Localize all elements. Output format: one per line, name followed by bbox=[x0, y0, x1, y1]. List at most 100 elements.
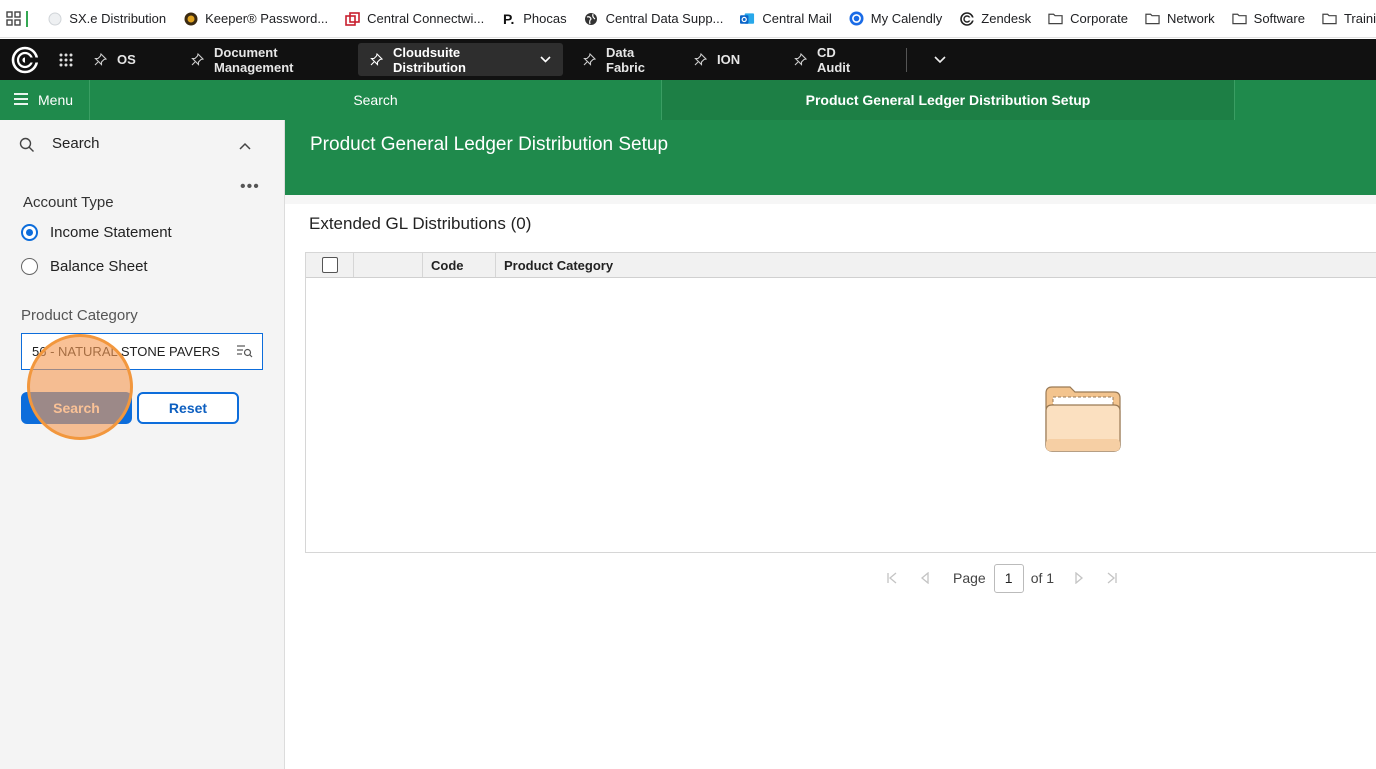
nav-tab-label: Cloudsuite Distribution bbox=[393, 44, 466, 75]
tab-label: Product General Ledger Distribution Setu… bbox=[805, 92, 1091, 108]
radio-label: Income Statement bbox=[50, 224, 172, 241]
nav-tab-cloudsuite-distribution[interactable]: Cloudsuite Distribution bbox=[358, 43, 563, 76]
page-number-input[interactable]: 1 bbox=[993, 563, 1024, 593]
grid-title: Extended GL Distributions (0) bbox=[309, 214, 532, 233]
bookmark-label: Keeper® Password... bbox=[205, 11, 329, 26]
last-page-icon[interactable] bbox=[1095, 572, 1128, 584]
bookmark-label: Software bbox=[1253, 11, 1305, 26]
phocas-icon: P. bbox=[503, 10, 515, 27]
more-tabs-chevron-down-icon[interactable] bbox=[907, 39, 973, 80]
chevron-down-icon[interactable] bbox=[540, 56, 551, 63]
top-navigation: OS Document Management Cloudsuite Distri… bbox=[0, 39, 1376, 80]
search-button[interactable]: Search bbox=[21, 392, 132, 424]
nav-tab-document-management[interactable]: Document Management bbox=[179, 39, 358, 80]
menu-button[interactable]: Menu bbox=[0, 80, 90, 120]
cloudsuite-logo-icon[interactable] bbox=[0, 39, 50, 80]
bookmark-folder-training[interactable]: Traini bbox=[1322, 11, 1376, 26]
search-panel-header[interactable]: Search bbox=[0, 120, 284, 168]
grid-header-row: Code Product Category bbox=[306, 253, 1376, 278]
bookmark-label: Central Connectwi... bbox=[367, 11, 485, 26]
search-icon bbox=[19, 137, 35, 157]
bookmark-label: Zendesk bbox=[981, 11, 1032, 26]
nav-tab-ion[interactable]: ION bbox=[682, 39, 782, 80]
grid-card: Extended GL Distributions (0) Code Produ… bbox=[285, 204, 1376, 769]
page-header: Product General Ledger Distribution Setu… bbox=[285, 120, 1376, 195]
grid-header-blank bbox=[354, 253, 423, 277]
radio-label: Balance Sheet bbox=[50, 258, 148, 275]
radio-button[interactable] bbox=[21, 258, 38, 275]
first-page-icon[interactable] bbox=[875, 572, 908, 584]
pin-icon bbox=[583, 53, 596, 66]
select-all-cell bbox=[306, 253, 354, 277]
more-options-icon[interactable]: ••• bbox=[240, 178, 260, 196]
bookmark-connectwise[interactable]: Central Connectwi... bbox=[345, 11, 484, 26]
folder-icon bbox=[1322, 11, 1337, 26]
nav-tab-cd-audit[interactable]: CD Audit bbox=[782, 39, 876, 80]
bookmark-sxe-distribution[interactable]: SX.e Distribution bbox=[47, 11, 166, 26]
pagination: Page 1 of 1 bbox=[875, 563, 1128, 593]
product-category-input[interactable]: 56 - NATURAL STONE PAVERS bbox=[21, 333, 263, 370]
radio-balance-sheet[interactable]: Balance Sheet bbox=[21, 258, 148, 275]
product-category-label: Product Category bbox=[21, 307, 138, 324]
blank-page-icon bbox=[47, 11, 62, 26]
bookmark-phocas[interactable]: P. Phocas bbox=[501, 10, 567, 27]
bookmark-keeper[interactable]: Keeper® Password... bbox=[183, 11, 328, 26]
column-header-code[interactable]: Code bbox=[423, 253, 496, 277]
page-label: Page bbox=[953, 570, 986, 586]
bookmark-label: My Calendly bbox=[870, 11, 943, 26]
bookmark-folder-network[interactable]: Network bbox=[1145, 11, 1215, 26]
apps-grid-icon[interactable] bbox=[0, 0, 29, 37]
reset-button[interactable]: Reset bbox=[137, 392, 239, 424]
bookmark-central-data-support[interactable]: Central Data Supp... bbox=[584, 11, 723, 26]
select-all-checkbox[interactable] bbox=[321, 257, 338, 273]
page-count-label: of 1 bbox=[1030, 570, 1055, 586]
keeper-icon bbox=[183, 11, 198, 26]
previous-page-icon[interactable] bbox=[908, 572, 941, 584]
nav-tab-os[interactable]: OS bbox=[82, 39, 179, 80]
bookmark-central-mail[interactable]: Central Mail bbox=[740, 11, 832, 26]
pin-icon bbox=[191, 53, 204, 66]
lookup-icon[interactable] bbox=[237, 345, 253, 361]
nav-tab-label: CD Audit bbox=[817, 44, 851, 75]
radio-income-statement[interactable]: Income Statement bbox=[21, 224, 172, 241]
connectwise-icon bbox=[345, 11, 360, 26]
bookmarks-bar: SX.e Distribution Keeper® Password... Ce… bbox=[0, 0, 1376, 38]
nav-tab-label: ION bbox=[717, 52, 741, 67]
bookmark-zendesk[interactable]: Zendesk bbox=[959, 11, 1031, 26]
page-title: Product General Ledger Distribution Setu… bbox=[310, 134, 669, 155]
cloudsuite-icon bbox=[959, 11, 974, 26]
next-page-icon[interactable] bbox=[1062, 572, 1095, 584]
nav-tab-data-fabric[interactable]: Data Fabric bbox=[571, 39, 682, 80]
tab-search[interactable]: Search bbox=[90, 80, 662, 120]
app-switcher-icon[interactable] bbox=[50, 39, 82, 80]
globe-icon bbox=[584, 11, 599, 26]
menu-label: Menu bbox=[38, 92, 74, 108]
nav-tab-label: OS bbox=[117, 52, 136, 67]
bookmark-label: Corporate bbox=[1070, 11, 1128, 26]
product-category-value: 56 - NATURAL STONE PAVERS bbox=[32, 344, 220, 359]
column-header-product-category[interactable]: Product Category bbox=[496, 253, 613, 277]
radio-button-checked[interactable] bbox=[21, 224, 38, 241]
outlook-icon bbox=[740, 11, 755, 26]
main-content: Extended GL Distributions (0) Code Produ… bbox=[285, 195, 1376, 769]
pin-icon bbox=[370, 53, 383, 66]
bookmark-label: Traini bbox=[1343, 11, 1376, 26]
empty-folder-icon bbox=[1044, 385, 1122, 458]
bookmark-folder-corporate[interactable]: Corporate bbox=[1048, 11, 1128, 26]
calendly-icon bbox=[849, 11, 864, 26]
search-panel: Search ••• Account Type Income Statement… bbox=[0, 120, 285, 769]
tab-product-gl-distribution-setup[interactable]: Product General Ledger Distribution Setu… bbox=[662, 80, 1235, 120]
nav-tab-label: Document Management bbox=[214, 44, 294, 75]
nav-tab-label: Data Fabric bbox=[606, 44, 646, 75]
bookmark-label: Network bbox=[1166, 11, 1215, 26]
chevron-up-icon[interactable] bbox=[239, 137, 251, 154]
search-panel-title: Search bbox=[52, 135, 100, 152]
bookmark-my-calendly[interactable]: My Calendly bbox=[849, 11, 943, 26]
bookmark-folder-software[interactable]: Software bbox=[1231, 11, 1305, 26]
folder-icon bbox=[1145, 11, 1160, 26]
pin-icon bbox=[694, 53, 707, 66]
folder-icon bbox=[1231, 11, 1247, 26]
pin-icon bbox=[794, 53, 807, 66]
bookmark-label: SX.e Distribution bbox=[69, 11, 167, 26]
bookmark-label: Phocas bbox=[523, 11, 567, 26]
